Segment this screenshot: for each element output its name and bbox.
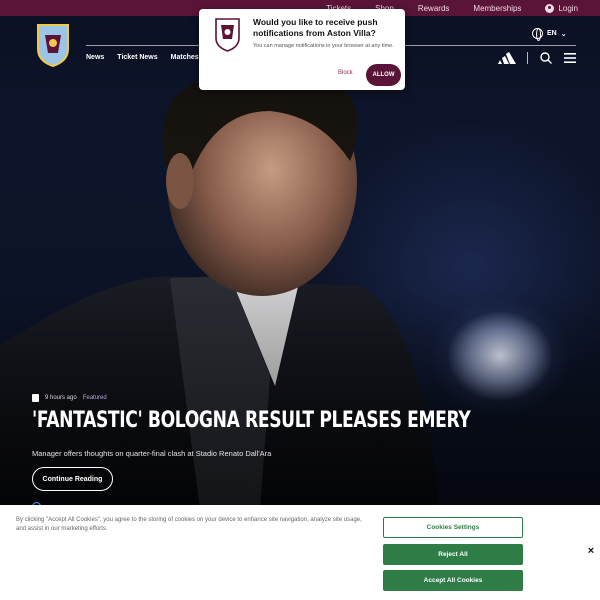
cookies-settings-button[interactable]: Cookies Settings — [383, 517, 523, 538]
article-time: 9 hours ago — [45, 395, 77, 401]
utility-link-rewards[interactable]: Rewards — [418, 4, 450, 13]
chevron-down-icon: ⌄ — [560, 30, 567, 38]
nav-item-news[interactable]: News — [86, 54, 104, 61]
continue-reading-button[interactable]: Continue Reading — [32, 467, 113, 491]
nav-item-matches[interactable]: Matches — [171, 54, 199, 61]
article-icon — [32, 394, 39, 402]
article-meta: 9 hours ago Featured — [32, 394, 107, 402]
allow-button[interactable]: ALLOW — [366, 64, 401, 86]
notification-title: Would you like to receive push notificat… — [253, 17, 378, 38]
article-tag[interactable]: Featured — [83, 395, 107, 401]
cookie-banner: By clicking "Accept All Cookies", you ag… — [0, 505, 600, 600]
close-icon[interactable]: × — [585, 545, 597, 557]
header-divider — [527, 52, 528, 64]
user-icon — [545, 3, 555, 13]
menu-icon[interactable] — [564, 53, 576, 63]
article-headline[interactable]: 'Fantastic' Bologna result pleases Emery — [32, 408, 471, 433]
nav-item-ticket-news[interactable]: Ticket News — [117, 54, 157, 61]
utility-link-memberships[interactable]: Memberships — [473, 4, 521, 13]
login-label: Login — [558, 3, 578, 13]
reject-all-button[interactable]: Reject All — [383, 544, 523, 565]
language-selector[interactable]: EN ⌄ — [532, 28, 567, 41]
adidas-logo-icon[interactable] — [497, 52, 517, 64]
login-link[interactable]: Login — [545, 3, 578, 13]
club-crest-icon[interactable] — [36, 23, 70, 67]
club-crest-icon — [215, 18, 240, 52]
hero-section — [0, 16, 600, 510]
push-notification-prompt: Would you like to receive push notificat… — [199, 9, 405, 90]
accept-all-cookies-button[interactable]: Accept All Cookies — [383, 570, 523, 591]
notification-body: You can manage notifications in your bro… — [253, 43, 394, 49]
language-label: EN — [547, 30, 557, 37]
block-button[interactable]: Block — [338, 70, 353, 76]
globe-icon — [532, 28, 543, 41]
main-nav: News Ticket News Matches — [86, 54, 199, 61]
article-subtitle: Manager offers thoughts on quarter-final… — [32, 449, 272, 458]
hero-overlay — [0, 16, 600, 510]
search-icon[interactable] — [540, 52, 552, 64]
cookie-text: By clicking "Accept All Cookies", you ag… — [16, 517, 362, 532]
